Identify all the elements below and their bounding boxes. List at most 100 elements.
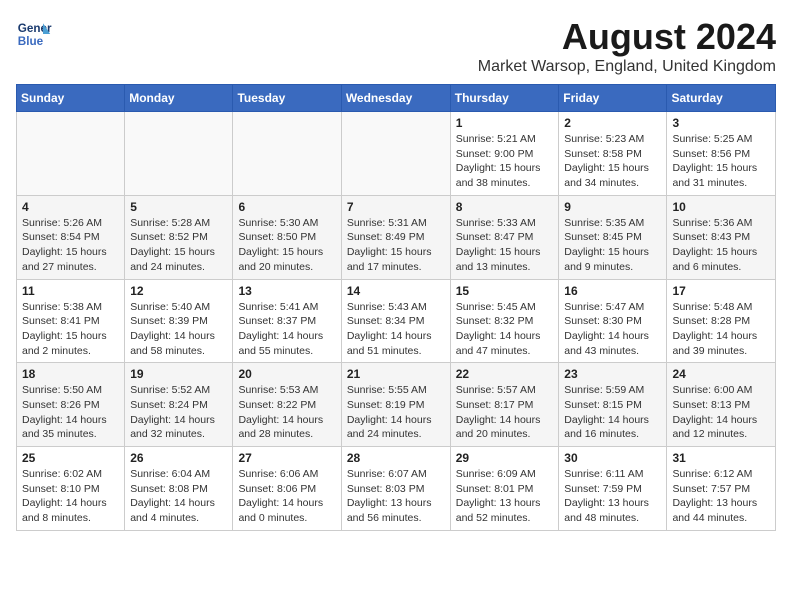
day-info: Sunrise: 5:48 AMSunset: 8:28 PMDaylight:… (672, 300, 770, 359)
calendar-cell: 2 Sunrise: 5:23 AMSunset: 8:58 PMDaylight… (559, 112, 667, 196)
day-info: Sunrise: 5:35 AMSunset: 8:45 PMDaylight:… (564, 216, 661, 275)
day-number: 3 (672, 116, 770, 130)
day-info: Sunrise: 5:26 AMSunset: 8:54 PMDaylight:… (22, 216, 119, 275)
calendar-cell: 13Sunrise: 5:41 AMSunset: 8:37 PMDayligh… (233, 279, 341, 363)
day-number: 15 (456, 284, 554, 298)
calendar-subtitle: Market Warsop, England, United Kingdom (478, 58, 776, 76)
calendar-cell: 6 Sunrise: 5:30 AMSunset: 8:50 PMDaylight… (233, 195, 341, 279)
logo: General Blue (16, 16, 52, 52)
day-info: Sunrise: 6:09 AMSunset: 8:01 PMDaylight:… (456, 467, 554, 526)
day-info: Sunrise: 5:41 AMSunset: 8:37 PMDaylight:… (238, 300, 335, 359)
day-info: Sunrise: 6:12 AMSunset: 7:57 PMDaylight:… (672, 467, 770, 526)
calendar-cell: 30 Sunrise: 6:11 AMSunset: 7:59 PMDayligh… (559, 447, 667, 531)
calendar-cell: 26 Sunrise: 6:04 AMSunset: 8:08 PMDayligh… (125, 447, 233, 531)
day-info: Sunrise: 5:31 AMSunset: 8:49 PMDaylight:… (347, 216, 445, 275)
day-info: Sunrise: 5:50 AMSunset: 8:26 PMDaylight:… (22, 383, 119, 442)
day-info: Sunrise: 5:43 AMSunset: 8:34 PMDaylight:… (347, 300, 445, 359)
calendar-cell: 17 Sunrise: 5:48 AMSunset: 8:28 PMDayligh… (667, 279, 776, 363)
day-info: Sunrise: 5:23 AMSunset: 8:58 PMDaylight:… (564, 132, 661, 191)
calendar-cell: 28Sunrise: 6:07 AMSunset: 8:03 PMDayligh… (341, 447, 450, 531)
day-info: Sunrise: 6:02 AMSunset: 8:10 PMDaylight:… (22, 467, 119, 526)
day-info: Sunrise: 5:52 AMSunset: 8:24 PMDaylight:… (130, 383, 227, 442)
day-number: 7 (347, 200, 445, 214)
day-info: Sunrise: 5:36 AMSunset: 8:43 PMDaylight:… (672, 216, 770, 275)
day-number: 2 (564, 116, 661, 130)
calendar-cell: 10Sunrise: 5:36 AMSunset: 8:43 PMDayligh… (667, 195, 776, 279)
calendar-cell: 31 Sunrise: 6:12 AMSunset: 7:57 PMDayligh… (667, 447, 776, 531)
day-number: 23 (564, 367, 661, 381)
day-number: 26 (130, 451, 227, 465)
day-number: 27 (238, 451, 335, 465)
calendar-title: August 2024 (478, 16, 776, 58)
day-number: 6 (238, 200, 335, 214)
day-number: 8 (456, 200, 554, 214)
day-number: 20 (238, 367, 335, 381)
day-header-monday: Monday (125, 85, 233, 112)
calendar-table: SundayMondayTuesdayWednesdayThursdayFrid… (16, 84, 776, 531)
day-info: Sunrise: 5:47 AMSunset: 8:30 PMDaylight:… (564, 300, 661, 359)
calendar-cell: 21 Sunrise: 5:55 AMSunset: 8:19 PMDayligh… (341, 363, 450, 447)
calendar-cell: 11 Sunrise: 5:38 AMSunset: 8:41 PMDayligh… (17, 279, 125, 363)
day-header-thursday: Thursday (450, 85, 559, 112)
calendar-cell: 22 Sunrise: 5:57 AMSunset: 8:17 PMDayligh… (450, 363, 559, 447)
day-number: 12 (130, 284, 227, 298)
day-number: 14 (347, 284, 445, 298)
week-row-4: 18Sunrise: 5:50 AMSunset: 8:26 PMDayligh… (17, 363, 776, 447)
day-number: 11 (22, 284, 119, 298)
day-number: 4 (22, 200, 119, 214)
svg-text:Blue: Blue (18, 35, 44, 48)
day-header-tuesday: Tuesday (233, 85, 341, 112)
week-row-3: 11 Sunrise: 5:38 AMSunset: 8:41 PMDayligh… (17, 279, 776, 363)
day-info: Sunrise: 5:30 AMSunset: 8:50 PMDaylight:… (238, 216, 335, 275)
calendar-cell: 18Sunrise: 5:50 AMSunset: 8:26 PMDayligh… (17, 363, 125, 447)
day-info: Sunrise: 5:40 AMSunset: 8:39 PMDaylight:… (130, 300, 227, 359)
day-info: Sunrise: 5:45 AMSunset: 8:32 PMDaylight:… (456, 300, 554, 359)
day-number: 30 (564, 451, 661, 465)
day-header-saturday: Saturday (667, 85, 776, 112)
day-number: 17 (672, 284, 770, 298)
day-info: Sunrise: 5:33 AMSunset: 8:47 PMDaylight:… (456, 216, 554, 275)
calendar-cell: 7 Sunrise: 5:31 AMSunset: 8:49 PMDaylight… (341, 195, 450, 279)
week-row-2: 4 Sunrise: 5:26 AMSunset: 8:54 PMDaylight… (17, 195, 776, 279)
calendar-cell: 25 Sunrise: 6:02 AMSunset: 8:10 PMDayligh… (17, 447, 125, 531)
day-info: Sunrise: 6:04 AMSunset: 8:08 PMDaylight:… (130, 467, 227, 526)
calendar-cell: 12 Sunrise: 5:40 AMSunset: 8:39 PMDayligh… (125, 279, 233, 363)
day-info: Sunrise: 5:28 AMSunset: 8:52 PMDaylight:… (130, 216, 227, 275)
day-info: Sunrise: 5:57 AMSunset: 8:17 PMDaylight:… (456, 383, 554, 442)
day-number: 24 (672, 367, 770, 381)
day-number: 31 (672, 451, 770, 465)
calendar-cell: 9 Sunrise: 5:35 AMSunset: 8:45 PMDaylight… (559, 195, 667, 279)
calendar-cell: 20 Sunrise: 5:53 AMSunset: 8:22 PMDayligh… (233, 363, 341, 447)
day-info: Sunrise: 5:38 AMSunset: 8:41 PMDaylight:… (22, 300, 119, 359)
calendar-cell (17, 112, 125, 196)
day-number: 19 (130, 367, 227, 381)
day-info: Sunrise: 6:06 AMSunset: 8:06 PMDaylight:… (238, 467, 335, 526)
day-number: 29 (456, 451, 554, 465)
day-number: 21 (347, 367, 445, 381)
page-header: General Blue August 2024 Market Warsop, … (16, 16, 776, 76)
calendar-cell: 29 Sunrise: 6:09 AMSunset: 8:01 PMDayligh… (450, 447, 559, 531)
calendar-cell: 3Sunrise: 5:25 AMSunset: 8:56 PMDaylight… (667, 112, 776, 196)
calendar-cell: 4 Sunrise: 5:26 AMSunset: 8:54 PMDaylight… (17, 195, 125, 279)
day-number: 22 (456, 367, 554, 381)
day-info: Sunrise: 6:11 AMSunset: 7:59 PMDaylight:… (564, 467, 661, 526)
day-header-sunday: Sunday (17, 85, 125, 112)
calendar-cell: 1Sunrise: 5:21 AMSunset: 9:00 PMDaylight… (450, 112, 559, 196)
day-info: Sunrise: 5:55 AMSunset: 8:19 PMDaylight:… (347, 383, 445, 442)
calendar-cell: 23 Sunrise: 5:59 AMSunset: 8:15 PMDayligh… (559, 363, 667, 447)
calendar-cell (233, 112, 341, 196)
calendar-cell: 14 Sunrise: 5:43 AMSunset: 8:34 PMDayligh… (341, 279, 450, 363)
calendar-cell (341, 112, 450, 196)
day-number: 28 (347, 451, 445, 465)
day-number: 25 (22, 451, 119, 465)
day-info: Sunrise: 5:53 AMSunset: 8:22 PMDaylight:… (238, 383, 335, 442)
calendar-cell: 24 Sunrise: 6:00 AMSunset: 8:13 PMDayligh… (667, 363, 776, 447)
day-header-friday: Friday (559, 85, 667, 112)
calendar-cell: 8 Sunrise: 5:33 AMSunset: 8:47 PMDaylight… (450, 195, 559, 279)
week-row-5: 25 Sunrise: 6:02 AMSunset: 8:10 PMDayligh… (17, 447, 776, 531)
calendar-cell: 27 Sunrise: 6:06 AMSunset: 8:06 PMDayligh… (233, 447, 341, 531)
day-info: Sunrise: 5:59 AMSunset: 8:15 PMDaylight:… (564, 383, 661, 442)
day-info: Sunrise: 6:00 AMSunset: 8:13 PMDaylight:… (672, 383, 770, 442)
day-info: Sunrise: 5:21 AMSunset: 9:00 PMDaylight:… (456, 132, 554, 191)
day-number: 9 (564, 200, 661, 214)
